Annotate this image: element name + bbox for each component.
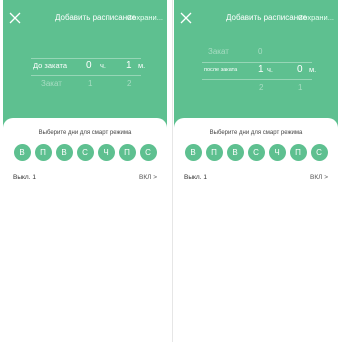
picker-selection-top	[202, 62, 312, 63]
picker-minutes[interactable]: 2	[127, 79, 131, 88]
day-button[interactable]: С	[76, 144, 94, 161]
day-button[interactable]: П	[118, 144, 136, 161]
day-button[interactable]: С	[139, 144, 157, 161]
day-button[interactable]: П	[34, 144, 52, 161]
days-prompt: Выберите дни для смарт режима	[209, 130, 303, 136]
page-title: Добавить расписание	[55, 13, 137, 22]
day-button[interactable]: П	[205, 144, 223, 161]
off-action-row[interactable]: Выкл. 1 ВКЛ >	[184, 174, 328, 186]
day-button[interactable]: В	[55, 144, 73, 161]
off-value[interactable]: ВКЛ >	[139, 174, 157, 181]
day-button[interactable]: С	[310, 144, 328, 161]
picker-event[interactable]: Закат	[208, 47, 229, 56]
picker-selection-bottom	[31, 75, 141, 76]
picker-minutes[interactable]: 0	[297, 64, 303, 75]
picker-selection-top	[31, 58, 141, 59]
day-buttons: В П В С Ч П С	[174, 144, 338, 161]
day-button[interactable]: В	[184, 144, 202, 161]
day-button[interactable]: В	[226, 144, 244, 161]
picker-minutes[interactable]: 1	[126, 60, 132, 71]
picker-event[interactable]: До заката	[33, 61, 67, 70]
off-label: Выкл. 1	[13, 174, 36, 181]
close-icon[interactable]	[180, 12, 192, 24]
picker-hours-unit: ч.	[267, 65, 273, 74]
days-prompt: Выберите дни для смарт режима	[38, 130, 132, 136]
day-button[interactable]: Ч	[97, 144, 115, 161]
day-button[interactable]: С	[247, 144, 265, 161]
day-select-sheet: Выберите дни для смарт режима В П В С Ч …	[3, 118, 167, 342]
picker-hours-unit: ч.	[100, 61, 106, 70]
day-buttons: В П В С Ч П С	[3, 144, 167, 161]
picker-hours[interactable]: 1	[88, 79, 92, 88]
day-button[interactable]: В	[13, 144, 31, 161]
save-button[interactable]: Сохрани...	[298, 13, 334, 22]
picker-row-selected[interactable]: после заката 1 ч. 0 м.	[174, 64, 338, 79]
save-button[interactable]: Сохрани...	[127, 13, 163, 22]
day-button[interactable]: Ч	[268, 144, 286, 161]
schedule-screen-before: Добавить расписание Сохрани... До заката…	[3, 0, 167, 342]
picker-minutes[interactable]: 1	[298, 83, 302, 92]
picker-minutes-unit: м.	[309, 65, 317, 74]
picker-selection-bottom	[202, 79, 312, 80]
day-select-sheet: Выберите дни для смарт режима В П В С Ч …	[174, 118, 338, 342]
off-label: Выкл. 1	[184, 174, 207, 181]
off-value[interactable]: ВКЛ >	[310, 174, 328, 181]
picker-event[interactable]: Закат	[41, 79, 62, 88]
picker-event[interactable]: после заката	[204, 67, 237, 73]
off-action-row[interactable]: Выкл. 1 ВКЛ >	[13, 174, 157, 186]
picker-hours[interactable]: 0	[86, 60, 92, 71]
picker-row-below[interactable]: Закат 1 2	[3, 79, 167, 93]
schedule-screen-after: Добавить расписание Сохрани... Закат 0 п…	[174, 0, 338, 342]
picker-hours[interactable]: 1	[258, 64, 264, 75]
picker-hours[interactable]: 0	[258, 47, 262, 56]
panel-divider	[172, 0, 173, 342]
picker-minutes-unit: м.	[138, 61, 146, 70]
close-icon[interactable]	[9, 12, 21, 24]
picker-row-below[interactable]: 2 1	[174, 83, 338, 97]
picker-row-above[interactable]: Закат 0	[174, 47, 338, 61]
day-button[interactable]: П	[289, 144, 307, 161]
picker-row-selected[interactable]: До заката 0 ч. 1 м.	[3, 60, 167, 75]
picker-hours[interactable]: 2	[259, 83, 263, 92]
page-title: Добавить расписание	[226, 13, 308, 22]
